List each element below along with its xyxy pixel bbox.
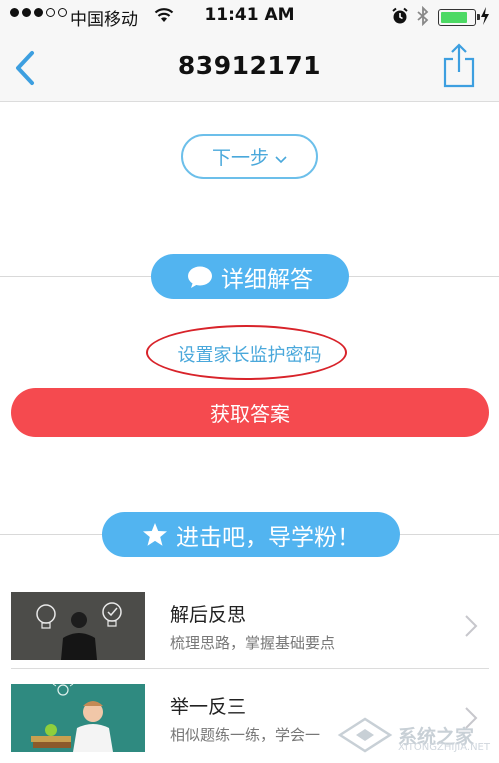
detail-answer-label: 详细解答 [221,266,313,293]
watermark: 系统之家 XITONGZHIJIA.NET [336,712,496,758]
get-answer-label: 获取答案 [210,402,290,426]
get-answer-button[interactable]: 获取答案 [11,388,489,437]
battery-icon [438,9,480,26]
list-item-subtitle: 梳理思路，掌握基础要点 [170,634,336,652]
chevron-right-icon [464,614,478,642]
detail-answer-button[interactable]: 详细解答 [151,254,349,299]
chevron-down-icon [275,147,287,169]
next-step-button[interactable]: 下一步 [181,134,318,179]
status-bar: 中国移动 11:41 AM [0,0,499,34]
list-item-reflection[interactable]: 解后反思 梳理思路，掌握基础要点 [0,592,499,672]
alarm-icon [391,7,409,29]
next-step-label: 下一步 [211,147,269,169]
watermark-logo-icon [337,717,393,753]
navigation-bar: 83912171 [0,34,499,102]
practice-thumbnail [11,684,145,752]
share-icon [443,43,475,88]
speech-bubble-icon [187,265,213,289]
watermark-url: XITONGZHIJIA.NET [398,742,490,753]
star-icon [142,522,168,547]
reflection-thumbnail [11,592,145,660]
list-item-title: 举一反三 [170,696,247,718]
annotation-oval [146,325,347,380]
list-item-subtitle: 相似题练一练，学会一 [170,726,321,744]
page-title: 83912171 [177,51,322,80]
advance-banner: 进击吧，导学粉！ [102,512,400,557]
share-button[interactable] [441,42,477,88]
bluetooth-icon [417,5,429,30]
list-separator [11,668,489,669]
advance-label: 进击吧，导学粉！ [176,524,360,551]
list-item-title: 解后反思 [170,604,247,626]
charging-icon [480,6,490,30]
